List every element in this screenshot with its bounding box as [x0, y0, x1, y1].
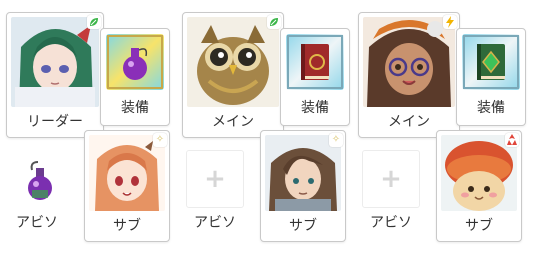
owl-portrait — [187, 17, 279, 107]
sub-label: サブ — [289, 218, 317, 234]
potion-equip-icon — [106, 34, 164, 90]
equip-card-3[interactable]: 装備 — [456, 28, 526, 126]
sub-character-card-3[interactable]: サブ — [436, 130, 522, 242]
role-label: メイン — [212, 114, 254, 130]
abiso-empty-slot-2[interactable]: + — [186, 150, 244, 208]
red-book-equip-icon — [286, 34, 344, 90]
abiso-empty-slot-3[interactable]: + — [362, 150, 420, 208]
sub-label: サブ — [465, 218, 493, 234]
abiso-label: アビソ — [16, 215, 58, 231]
abiso-item-slot-1[interactable] — [14, 160, 54, 208]
equip-label: 装備 — [121, 100, 149, 116]
abiso-label: アビソ — [194, 215, 236, 231]
add-icon: + — [380, 164, 402, 194]
add-icon: + — [204, 164, 226, 194]
character-portrait-glasses-girl — [363, 17, 455, 107]
leaf-element-icon — [87, 15, 101, 29]
thunder-element-icon — [443, 15, 457, 29]
role-label: メイン — [388, 114, 430, 130]
equip-card-2[interactable]: 装備 — [280, 28, 350, 126]
main-character-card-3[interactable]: メイン — [358, 12, 460, 138]
role-label: リーダー — [27, 114, 83, 130]
sub-character-card-2[interactable]: ✧ サブ — [260, 130, 346, 242]
leaf-element-icon — [267, 15, 281, 29]
potion-icon — [28, 161, 52, 200]
character-portrait-green-haired — [11, 17, 99, 107]
main-character-card-2[interactable]: メイン — [182, 12, 284, 138]
sub-label: サブ — [113, 218, 141, 234]
sub-character-card-1[interactable]: ✧ サブ — [84, 130, 170, 242]
main-character-card-1[interactable]: リーダー — [6, 12, 104, 138]
abiso-label: アビソ — [370, 215, 412, 231]
green-book-equip-icon — [462, 34, 520, 90]
light-element-icon: ✧ — [329, 133, 343, 147]
light-element-icon: ✧ — [153, 133, 167, 147]
equip-label: 装備 — [301, 100, 329, 116]
fire-element-icon — [505, 133, 519, 147]
equip-label: 装備 — [477, 100, 505, 116]
equip-card-1[interactable]: 装備 — [100, 28, 170, 126]
